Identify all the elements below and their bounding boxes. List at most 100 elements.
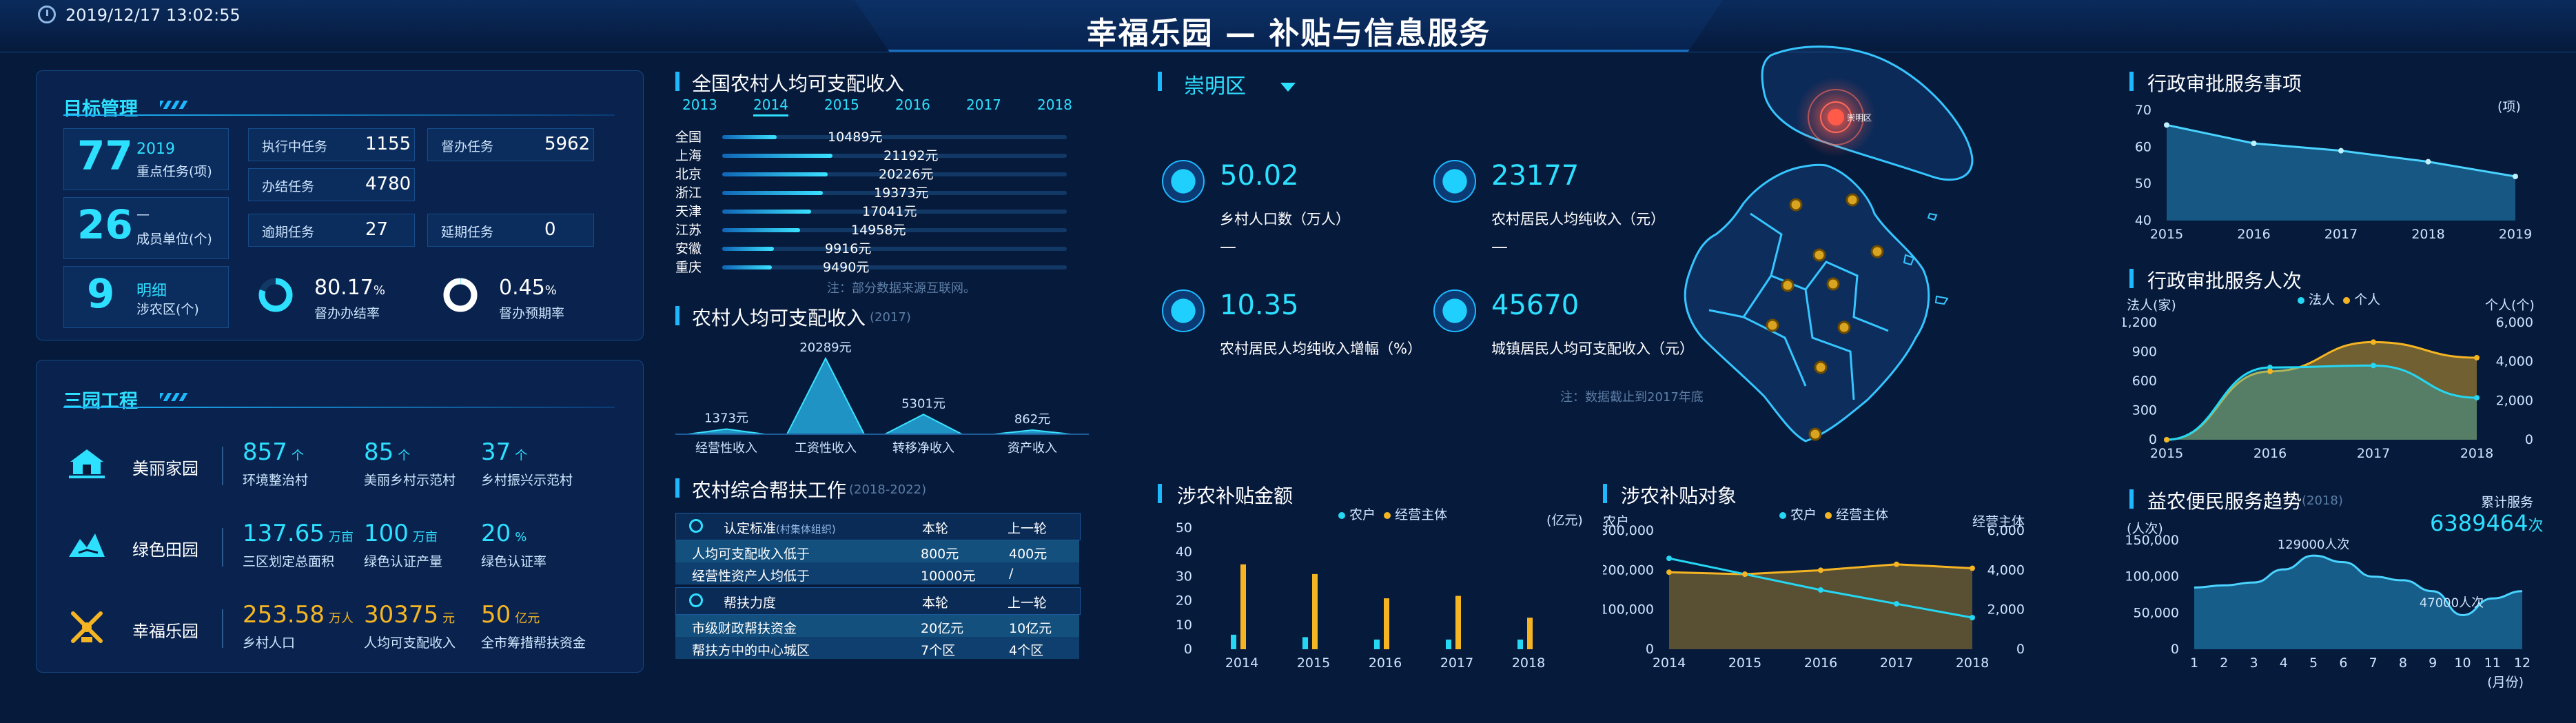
- title-line: [63, 114, 615, 116]
- key-tasks-year: 2019: [136, 141, 175, 158]
- y-tick-label-right: 2,000: [2496, 393, 2533, 408]
- x-tick-label: 2016: [2237, 227, 2270, 241]
- member-units-label: 成员单位(个): [136, 232, 212, 247]
- point-farmer: [1818, 587, 1823, 593]
- approval-items-chart: 40 50 60 70 2015 2016 2017 2018 2019: [2135, 103, 2532, 241]
- table-row-previous: 10亿元: [1009, 621, 1052, 636]
- park-metric-label: 乡村振兴示范村: [481, 473, 573, 488]
- subsidy-target-chart: 0 100,000 200,000 300,000 0 2,000 4,000 6,000 20…: [1603, 523, 2025, 671]
- section-bar: [2129, 489, 2134, 509]
- rank-region: 全国: [675, 130, 702, 145]
- year-tab[interactable]: 2017: [966, 96, 1001, 113]
- task-stat-value: 27: [365, 219, 389, 240]
- point-entity: [1742, 571, 1748, 578]
- x-tick-label: 4: [2280, 655, 2288, 671]
- year-tab[interactable]: 2015: [824, 96, 859, 113]
- bar-farmer: [1517, 639, 1523, 649]
- bar-farmer: [1446, 639, 1451, 649]
- park-name: 美丽家园: [132, 459, 198, 478]
- x-tick-label: 2014: [1653, 655, 1686, 671]
- rank-bar: [722, 228, 800, 232]
- y-tick-label: 50: [1176, 520, 1192, 536]
- section-bar: [2129, 269, 2134, 288]
- x-tick-label: 9: [2429, 655, 2437, 671]
- point-individual: [2474, 355, 2480, 360]
- year-tab[interactable]: 2016: [895, 96, 930, 113]
- assistance-period: (2018-2022): [849, 482, 927, 497]
- park-metric-value: 100 万亩: [364, 520, 438, 547]
- districts-detail-link[interactable]: 明细: [136, 278, 167, 301]
- point-entity: [1894, 561, 1899, 567]
- income-rank-title: 全国农村人均可支配收入: [692, 72, 905, 95]
- point-legal: [2474, 395, 2480, 401]
- table-section-header: 帮扶力度: [724, 595, 777, 611]
- datetime: 2019/12/17 13:02:55: [65, 6, 241, 25]
- park-metric-value: 30375 元: [364, 601, 456, 629]
- table-row-current: 800元: [921, 547, 959, 562]
- completion-rate-label: 督办办结率: [314, 306, 380, 321]
- area-entity: [1669, 564, 1972, 649]
- income-category-label: 转移净收入: [892, 441, 954, 455]
- income-triangle: [687, 428, 766, 435]
- rank-region: 浙江: [675, 185, 702, 201]
- support-icon: [689, 593, 703, 607]
- y-tick-label: 0: [2171, 642, 2179, 657]
- money-bag-icon: [1433, 160, 1476, 203]
- table-row-previous: 400元: [1009, 547, 1047, 562]
- x-tick-label: 2015: [1728, 655, 1761, 671]
- rank-value: 20226元: [879, 167, 934, 182]
- park-metric-label: 环境整治村: [243, 473, 309, 488]
- rank-track: [722, 265, 1067, 269]
- windmill-icon: [71, 611, 103, 643]
- x-tick-label: 7: [2369, 655, 2378, 671]
- point-farmer: [1894, 601, 1899, 607]
- park-metric-value: 857 个: [243, 438, 304, 466]
- year-tab[interactable]: 2013: [682, 96, 717, 113]
- park-metric-label: 绿色认证产量: [364, 554, 443, 569]
- y-tick-label: 20: [1176, 593, 1192, 609]
- convenience-total-label: 累计服务: [2481, 495, 2534, 510]
- subsidy-amount-chart: 0 10 20 30 40 50 2014 2015 2016 2017 2018: [1176, 520, 1545, 671]
- rank-value: 10489元: [828, 130, 883, 145]
- assistance-title: 农村综合帮扶工作: [692, 479, 847, 502]
- divider: [222, 528, 223, 567]
- y-tick-label: 60: [2135, 139, 2151, 154]
- rank-region: 上海: [675, 148, 702, 163]
- y-tick-label: 10: [1176, 618, 1192, 633]
- point-items: [2425, 159, 2431, 165]
- point-individual: [2164, 437, 2169, 442]
- year-tab[interactable]: 2014: [753, 96, 788, 116]
- title-hatch: [160, 101, 187, 109]
- x-tick-label: 1: [2190, 655, 2198, 671]
- rank-region: 重庆: [675, 260, 702, 275]
- point-farmer: [1666, 556, 1672, 562]
- task-stat-value: 1155: [365, 134, 411, 154]
- table-row-previous: /: [1009, 566, 1014, 581]
- district-name: 崇明区: [1184, 74, 1246, 99]
- task-stat-value: 0: [544, 219, 556, 240]
- x-tick-label: 2019: [2499, 227, 2532, 241]
- low-label: 47000人次: [2420, 595, 2484, 610]
- district-map[interactable]: 崇明区: [1668, 28, 2012, 469]
- y-tick-label-left: 0: [1646, 642, 1654, 657]
- rank-track: [722, 247, 1067, 251]
- y-tick-label-left: 300: [2132, 403, 2157, 418]
- task-stat-label: 办结任务: [262, 179, 315, 194]
- x-tick-label: 2018: [2460, 446, 2493, 461]
- kpi-value: 45670: [1491, 289, 1580, 321]
- kpi-dash: —: [1491, 237, 1508, 256]
- point-items: [2251, 141, 2257, 146]
- point-items: [2338, 147, 2344, 154]
- divider: [222, 447, 223, 485]
- income-value-label: 20289元: [799, 340, 851, 355]
- x-tick-label: 6: [2339, 655, 2347, 671]
- x-tick-label: 2017: [2324, 227, 2358, 241]
- map-marker-pin[interactable]: 崇明区: [1796, 77, 1876, 157]
- member-units-dash: —: [136, 207, 150, 222]
- col-current-header: 本轮: [922, 521, 949, 536]
- point-items: [2513, 174, 2518, 179]
- district-select[interactable]: 崇明区: [1184, 69, 1296, 99]
- rank-bar: [722, 154, 832, 158]
- x-tick-label: 12: [2514, 655, 2531, 671]
- year-tab[interactable]: 2018: [1037, 96, 1072, 113]
